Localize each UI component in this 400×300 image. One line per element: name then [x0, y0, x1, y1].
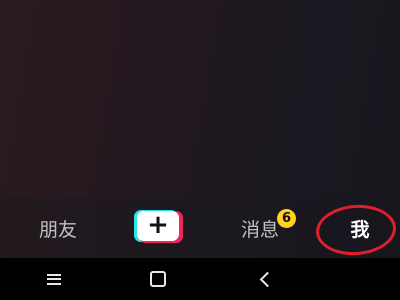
tab-friends[interactable]: 朋友	[28, 198, 88, 258]
plus-icon: +	[147, 210, 169, 240]
nav-home-button[interactable]	[138, 258, 178, 300]
home-icon	[150, 271, 166, 287]
tab-messages[interactable]: 消息	[228, 198, 292, 258]
tab-messages-label: 消息	[240, 218, 279, 241]
nav-back-button[interactable]	[244, 258, 284, 300]
back-icon	[259, 271, 275, 287]
add-post-button[interactable]: +	[134, 210, 184, 244]
tab-friends-label: 朋友	[38, 218, 77, 241]
nav-menu-button[interactable]	[34, 258, 74, 300]
menu-icon	[47, 273, 61, 285]
feed-content-area	[0, 0, 400, 198]
system-navigation-bar	[0, 258, 400, 300]
messages-badge: 6	[277, 209, 296, 228]
add-button-face: +	[137, 211, 179, 241]
